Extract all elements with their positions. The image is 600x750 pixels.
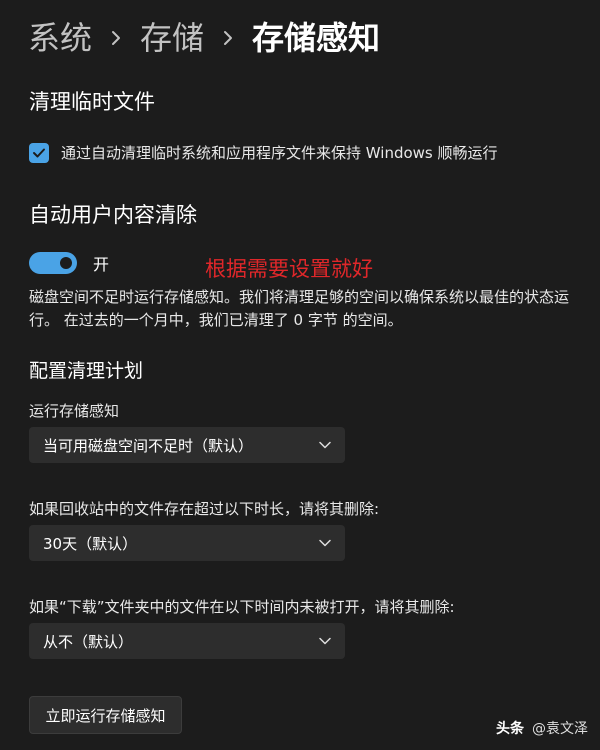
toggle-knob [60, 257, 72, 269]
checkmark-icon [33, 148, 45, 157]
temp-files-checkbox-row[interactable]: 通过自动清理临时系统和应用程序文件来保持 Windows 顺畅运行 [29, 142, 498, 163]
temp-files-heading: 清理临时文件 [29, 90, 155, 114]
downloads-label: 如果“下载”文件夹中的文件在以下时间内未被打开，请将其删除: [29, 598, 455, 616]
downloads-value: 从不（默认） [43, 632, 134, 651]
breadcrumb-system[interactable]: 系统 [28, 14, 92, 62]
chevron-right-icon [110, 29, 122, 47]
temp-files-checkbox-label: 通过自动清理临时系统和应用程序文件来保持 Windows 顺畅运行 [61, 144, 498, 162]
chevron-down-icon [319, 539, 331, 547]
downloads-dropdown[interactable]: 从不（默认） [29, 623, 345, 659]
annotation-text: 根据需要设置就好 [205, 257, 373, 281]
recycle-bin-value: 30天（默认） [43, 534, 138, 553]
chevron-down-icon [319, 441, 331, 449]
breadcrumb-storage[interactable]: 存储 [140, 14, 204, 62]
run-storage-sense-value: 当可用磁盘空间不足时（默认） [43, 436, 254, 455]
recycle-bin-label: 如果回收站中的文件存在超过以下时长，请将其删除: [29, 500, 380, 518]
auto-cleanup-heading: 自动用户内容清除 [29, 203, 197, 227]
page-title: 存储感知 [252, 19, 381, 57]
schedule-heading: 配置清理计划 [29, 360, 144, 382]
chevron-down-icon [319, 637, 331, 645]
watermark-app: 头条 [496, 721, 524, 737]
auto-cleanup-toggle-row[interactable]: 开 [29, 251, 109, 275]
toggle-state-label: 开 [93, 255, 110, 274]
recycle-bin-dropdown[interactable]: 30天（默认） [29, 525, 345, 561]
run-storage-sense-label: 运行存储感知 [29, 402, 120, 420]
auto-cleanup-description: 磁盘空间不足时运行存储感知。我们将清理足够的空间以确保系统以最佳的状态运行。 在… [29, 288, 570, 329]
auto-cleanup-toggle[interactable] [29, 252, 77, 274]
breadcrumb: 系统 存储 存储感知 [28, 14, 380, 62]
temp-files-checkbox[interactable] [29, 142, 49, 163]
run-storage-sense-dropdown[interactable]: 当可用磁盘空间不足时（默认） [29, 427, 345, 463]
chevron-right-icon [222, 29, 234, 47]
watermark-author: @袁文泽 [532, 721, 588, 737]
watermark: 头条 @袁文泽 [496, 718, 588, 738]
storage-sense-page: 系统 存储 存储感知 清理临时文件 通过自动清理临时系统和应用程序文件来保持 W… [0, 0, 600, 750]
run-now-button[interactable]: 立即运行存储感知 [29, 696, 182, 734]
